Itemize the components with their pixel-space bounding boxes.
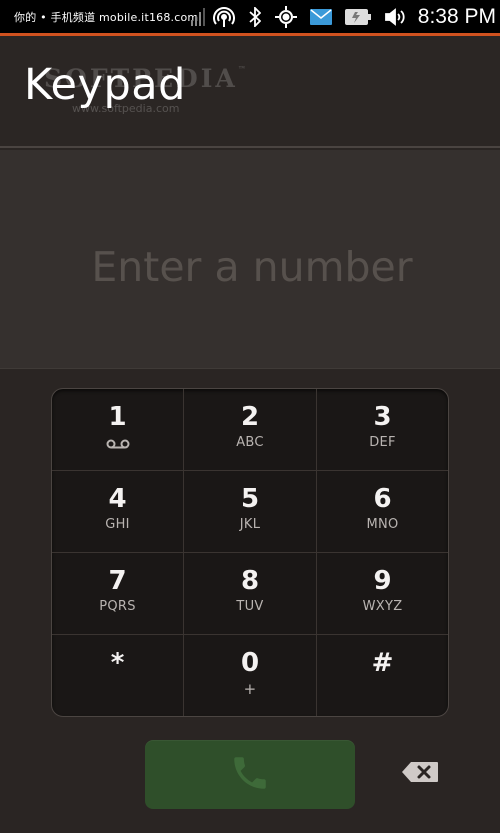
battery-icon (344, 6, 371, 28)
key-4[interactable]: 4 GHI (52, 471, 184, 553)
key-0[interactable]: 0 + (184, 635, 317, 716)
key-digit: 6 (373, 484, 392, 514)
key-digit: # (371, 648, 394, 678)
key-5[interactable]: 5 JKL (184, 471, 317, 553)
status-bar: 你的 • 手机频道 mobile.it168.com 8:38 PM (0, 0, 500, 36)
key-3[interactable]: 3 DEF (317, 389, 448, 471)
key-letters: JKL (239, 517, 261, 532)
key-6[interactable]: 6 MNO (317, 471, 448, 553)
number-entry-area (0, 150, 500, 369)
key-star[interactable]: * (52, 635, 184, 716)
key-digit: 1 (108, 402, 127, 432)
key-2[interactable]: 2 ABC (184, 389, 317, 471)
voicemail-icon (106, 436, 130, 452)
key-letters: ABC (236, 435, 264, 450)
trademark-mark: ™ (237, 64, 249, 74)
key-digit: 4 (108, 484, 127, 514)
volume-icon (384, 6, 406, 28)
key-1[interactable]: 1 (52, 389, 184, 471)
key-digit: 2 (240, 402, 260, 432)
hotspot-icon (212, 6, 235, 28)
key-digit: 8 (240, 566, 260, 596)
backspace-icon (401, 761, 439, 787)
call-button[interactable] (145, 740, 355, 809)
signal-icon (190, 6, 205, 28)
key-digit: * (110, 648, 125, 678)
key-digit: 0 (240, 648, 260, 678)
dial-keypad: 1 2 ABC 3 DEF 4 GHI 5 JKL 6 MNO 7 PQRS 8… (51, 388, 449, 717)
key-letters: DEF (369, 435, 396, 450)
page-title: Keypad (24, 60, 186, 110)
key-digit: 9 (373, 566, 392, 596)
backspace-button[interactable] (397, 757, 443, 791)
phone-number-input[interactable] (0, 238, 500, 296)
status-icons: 8:38 PM (190, 0, 500, 33)
key-letters: TUV (236, 599, 264, 614)
key-letters: WXYZ (362, 599, 403, 614)
email-icon (309, 6, 332, 28)
phone-icon (229, 752, 271, 798)
key-digit: 7 (108, 566, 127, 596)
key-hash[interactable]: # (317, 635, 448, 716)
key-letters: PQRS (99, 599, 136, 614)
key-digit: 3 (373, 402, 392, 432)
key-letters: + (243, 680, 257, 698)
key-letters: MNO (366, 517, 399, 532)
header-divider (0, 146, 500, 148)
key-7[interactable]: 7 PQRS (52, 553, 184, 635)
key-9[interactable]: 9 WXYZ (317, 553, 448, 635)
key-letters: GHI (105, 517, 130, 532)
status-clock: 8:38 PM (417, 4, 496, 28)
key-digit: 5 (240, 484, 260, 514)
watermark-text: 你的 • 手机频道 mobile.it168.com (14, 11, 199, 24)
bluetooth-icon (248, 6, 262, 28)
header: SOFTPEDIA™ www.softpedia.com Keypad (0, 36, 500, 148)
entry-divider (0, 368, 500, 369)
gps-icon (274, 5, 297, 28)
key-8[interactable]: 8 TUV (184, 553, 317, 635)
